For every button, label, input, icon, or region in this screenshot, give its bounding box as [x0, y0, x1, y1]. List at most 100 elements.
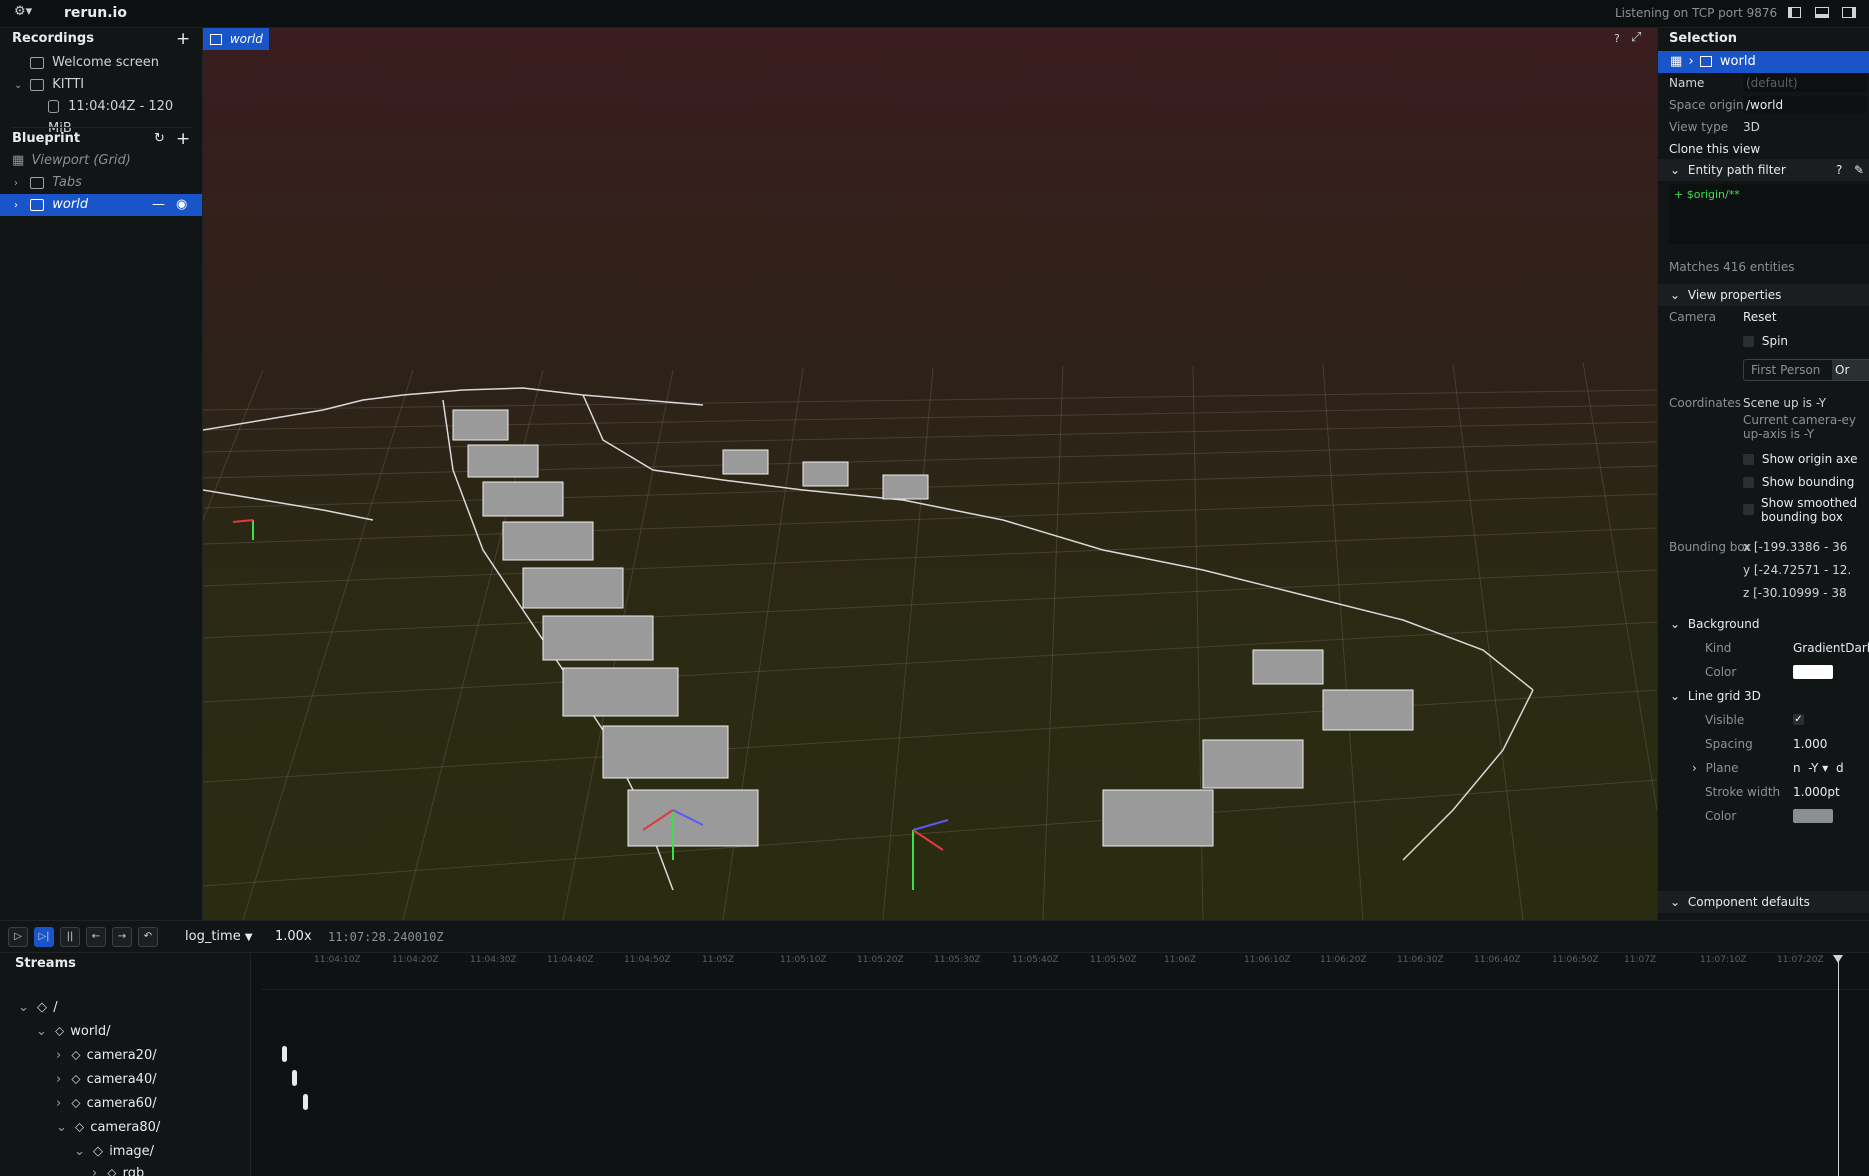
chevron-right-icon[interactable]: ›: [1692, 761, 1697, 775]
pause-icon[interactable]: ||: [60, 927, 80, 947]
kind-dropdown[interactable]: GradientDark: [1793, 637, 1869, 659]
background-header[interactable]: ⌄ Background: [1658, 613, 1869, 635]
blueprint-viewport[interactable]: ▦ Viewport (Grid): [12, 150, 200, 172]
toggle-bottom-panel-icon[interactable]: [1815, 7, 1829, 18]
orbital-option[interactable]: Or: [1832, 360, 1869, 380]
spacing-field[interactable]: 1.000: [1793, 733, 1827, 755]
add-view-icon[interactable]: +: [176, 128, 190, 150]
selection-breadcrumb[interactable]: ▦ › world: [1658, 51, 1869, 73]
chevron-down-icon[interactable]: ⌄: [56, 1120, 67, 1135]
entity-filled-diamond-icon: ⬦: [71, 1072, 81, 1087]
stroke-width-field[interactable]: 1.000pt: [1793, 781, 1840, 803]
tree-world[interactable]: ⌄ ⬦ world/: [36, 1021, 110, 1043]
blueprint-world[interactable]: › world — ◉: [0, 194, 202, 216]
add-recording-icon[interactable]: +: [176, 28, 190, 50]
toggle-left-panel-icon[interactable]: [1788, 7, 1801, 18]
first-person-option[interactable]: First Person: [1751, 363, 1820, 377]
3d-view-icon: [30, 198, 45, 211]
time-cursor[interactable]: [1833, 955, 1843, 1176]
time-ruler[interactable]: 11:04:10Z 11:04:20Z 11:04:30Z 11:04:40Z …: [262, 953, 1869, 990]
tree-camera40[interactable]: › ⬦ camera40/: [56, 1069, 157, 1091]
reset-blueprint-icon[interactable]: ↻: [154, 128, 165, 150]
chevron-down-icon[interactable]: ⌄: [14, 75, 24, 97]
tree-image[interactable]: ⌄ ◇ image/: [74, 1141, 154, 1163]
step-back-icon[interactable]: ←: [86, 927, 106, 947]
clone-view-button[interactable]: Clone this view: [1669, 138, 1869, 160]
maximize-view-icon[interactable]: ⤢: [1631, 30, 1641, 45]
kind-label: Kind: [1705, 641, 1732, 655]
chevron-right-icon[interactable]: ›: [56, 1048, 61, 1063]
scene-up-text: Scene up is -Y: [1743, 396, 1827, 410]
recording-kitti-entry[interactable]: 11:04:04Z - 120 MiB: [48, 96, 198, 136]
background-color-swatch[interactable]: [1793, 665, 1833, 679]
playback-speed[interactable]: 1.00x: [275, 929, 312, 944]
rerun-menu-icon[interactable]: ⚙▾: [14, 4, 32, 19]
data-event-mark[interactable]: [303, 1094, 308, 1110]
chevron-down-icon[interactable]: ⌄: [18, 1000, 29, 1015]
chevron-down-icon[interactable]: ⌄: [1670, 617, 1680, 631]
view-properties-header[interactable]: ⌄ View properties: [1658, 284, 1869, 306]
left-panel: Recordings + Welcome screen ⌄ KITTI 11:0…: [0, 28, 203, 920]
chevron-right-icon[interactable]: ›: [56, 1096, 61, 1111]
data-event-mark[interactable]: [292, 1070, 297, 1086]
loop-icon[interactable]: ↶: [138, 927, 158, 947]
camera-kind-toggle[interactable]: First Person Or: [1743, 359, 1869, 381]
blueprint-tabs[interactable]: › Tabs: [14, 172, 200, 194]
image-thumbnails: [452, 409, 1414, 847]
entity-filter-header[interactable]: ⌄ Entity path filter ? ✎: [1658, 159, 1869, 181]
visible-checkbox[interactable]: ✓: [1793, 714, 1804, 725]
chevron-down-icon[interactable]: ⌄: [74, 1144, 85, 1159]
camera-reset-button[interactable]: Reset: [1743, 306, 1777, 328]
grid-color-swatch[interactable]: [1793, 809, 1833, 823]
chevron-down-icon[interactable]: ⌄: [1670, 895, 1680, 909]
tree-camera20[interactable]: › ⬦ camera20/: [56, 1045, 157, 1067]
line-grid-header[interactable]: ⌄ Line grid 3D: [1658, 685, 1869, 707]
chevron-down-icon[interactable]: ⌄: [36, 1024, 47, 1039]
tree-root[interactable]: ⌄ ◇ /: [18, 997, 58, 1019]
data-event-mark[interactable]: [282, 1046, 287, 1062]
recording-welcome-label: Welcome screen: [52, 55, 159, 70]
chevron-down-icon[interactable]: ⌄: [1670, 288, 1680, 302]
recording-welcome[interactable]: Welcome screen: [30, 52, 200, 74]
spin-checkbox[interactable]: [1743, 336, 1754, 347]
scene-3d[interactable]: [203, 50, 1657, 920]
tree-camera80[interactable]: ⌄ ⬦ camera80/: [56, 1117, 160, 1139]
edit-pencil-icon[interactable]: ✎: [1854, 159, 1864, 181]
chevron-right-icon[interactable]: ›: [14, 195, 24, 217]
follow-icon[interactable]: ▷|: [34, 927, 54, 947]
3d-viewport[interactable]: world ? ⤢: [203, 28, 1657, 920]
show-smoothed-checkbox[interactable]: [1743, 504, 1754, 515]
entity-filter-editor[interactable]: + $origin/**: [1669, 184, 1869, 244]
spin-label: Spin: [1761, 334, 1789, 348]
tree-rgb[interactable]: › ⬦ rgb: [92, 1163, 144, 1176]
visibility-eye-icon[interactable]: ◉: [176, 194, 187, 216]
entity-filter-expression[interactable]: + $origin/**: [1674, 188, 1740, 201]
show-bounding-checkbox[interactable]: [1743, 477, 1754, 488]
chevron-right-icon[interactable]: ›: [56, 1072, 61, 1087]
entity-filter-help-icon[interactable]: ?: [1836, 159, 1842, 181]
chevron-down-icon[interactable]: ⌄: [1670, 689, 1680, 703]
current-time[interactable]: 11:07:28.240010Z: [328, 930, 444, 944]
show-origin-checkbox[interactable]: [1743, 454, 1754, 465]
chevron-right-icon: ›: [1688, 54, 1694, 69]
step-forward-icon[interactable]: →: [112, 927, 132, 947]
selection-panel: Selection ▦ › world Name (default) Space…: [1657, 28, 1869, 920]
name-field[interactable]: (default): [1743, 74, 1866, 92]
play-icon[interactable]: ▷: [8, 927, 28, 947]
viewport-tab-world[interactable]: world: [203, 28, 269, 50]
toggle-right-panel-icon[interactable]: [1842, 7, 1856, 18]
timeline-selector[interactable]: log_time ▼: [185, 929, 253, 944]
viewport-help-icon[interactable]: ?: [1614, 32, 1620, 45]
breadcrumb-world[interactable]: world: [1720, 54, 1756, 69]
space-origin-field[interactable]: /world: [1743, 96, 1866, 114]
time-cursor-handle-icon[interactable]: [1833, 955, 1843, 963]
plane-value[interactable]: n -Y ▾ d: [1793, 757, 1844, 779]
component-defaults-header[interactable]: ⌄ Component defaults: [1658, 891, 1869, 913]
remove-view-icon[interactable]: —: [152, 194, 165, 216]
background-title: Background: [1687, 617, 1760, 631]
recording-kitti[interactable]: ⌄ KITTI: [14, 74, 200, 96]
chevron-down-icon[interactable]: ⌄: [1670, 163, 1680, 177]
tree-camera60[interactable]: › ⬦ camera60/: [56, 1093, 157, 1115]
chevron-right-icon[interactable]: ›: [14, 173, 24, 195]
chevron-right-icon[interactable]: ›: [92, 1166, 97, 1176]
